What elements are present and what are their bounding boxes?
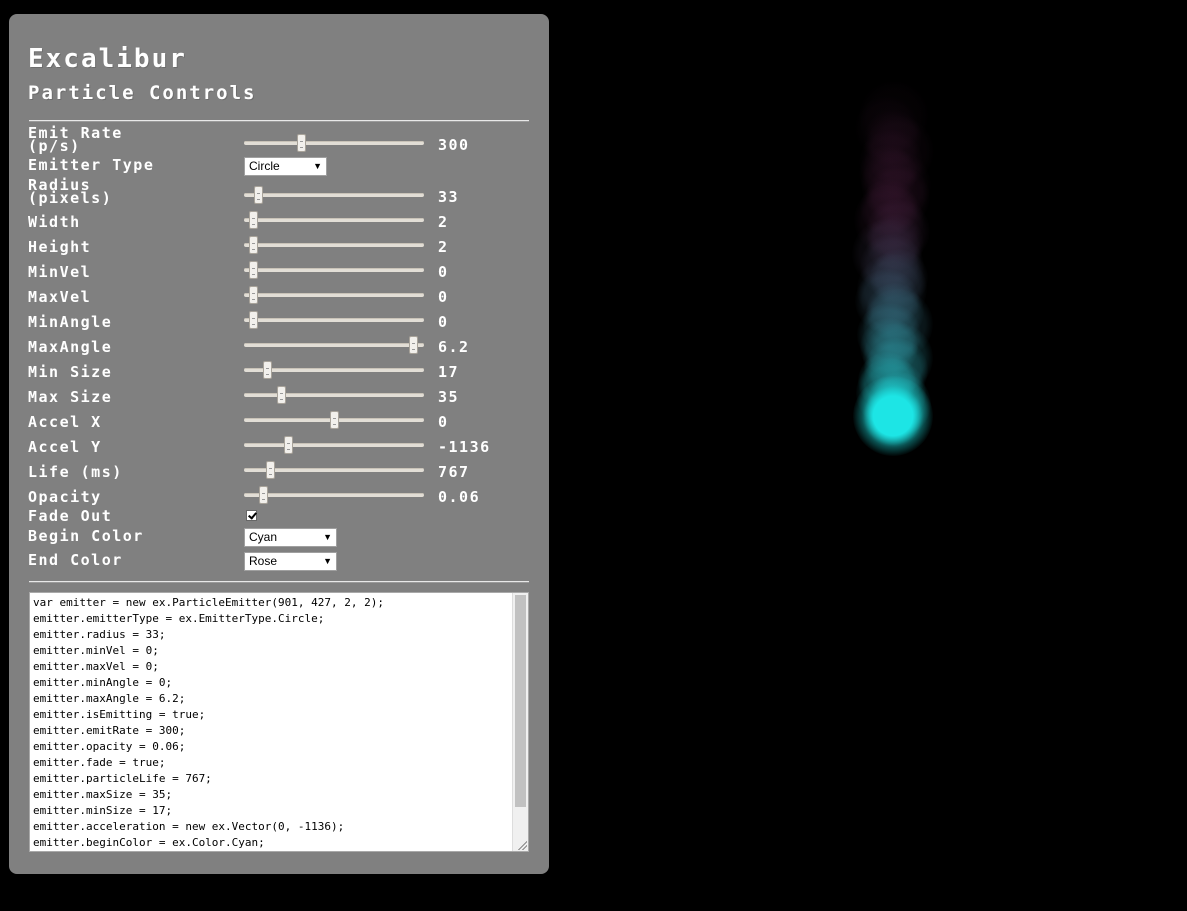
divider-bottom bbox=[29, 581, 529, 582]
slider-thumb-icon[interactable] bbox=[249, 211, 259, 229]
max-vel-label: MaxVel bbox=[28, 288, 92, 306]
life-slider[interactable] bbox=[244, 461, 424, 479]
min-size-label: Min Size bbox=[28, 363, 113, 381]
slider-thumb-icon[interactable] bbox=[249, 236, 259, 254]
begin-color-select[interactable]: Cyan ▼ bbox=[244, 528, 337, 547]
max-vel-value: 0 bbox=[438, 288, 449, 306]
code-output-text: var emitter = new ex.ParticleEmitter(901… bbox=[33, 596, 384, 849]
particle-controls-panel: Excalibur Particle Controls Emit Rate (p… bbox=[9, 14, 549, 874]
width-slider[interactable] bbox=[244, 211, 424, 229]
radius-label: Radius (pixels) bbox=[28, 176, 113, 207]
emitter-core bbox=[853, 376, 933, 456]
min-angle-value: 0 bbox=[438, 313, 449, 331]
emitter-type-label: Emitter Type bbox=[28, 156, 155, 174]
fade-out-checkbox[interactable] bbox=[246, 510, 257, 521]
radius-value: 33 bbox=[438, 188, 460, 206]
end-color-select[interactable]: Rose ▼ bbox=[244, 552, 337, 571]
end-color-selected: Rose bbox=[249, 554, 278, 568]
emit-rate-value: 300 bbox=[438, 136, 470, 154]
height-label: Height bbox=[28, 238, 92, 256]
max-vel-slider[interactable] bbox=[244, 286, 424, 304]
resize-grip-icon[interactable] bbox=[517, 840, 527, 850]
triangle-down-icon: ▼ bbox=[323, 556, 332, 566]
opacity-slider[interactable] bbox=[244, 486, 424, 504]
max-size-label: Max Size bbox=[28, 388, 113, 406]
accel-y-label: Accel Y bbox=[28, 438, 102, 456]
slider-thumb-icon[interactable] bbox=[249, 311, 259, 329]
accel-y-slider[interactable] bbox=[244, 436, 424, 454]
emitter-type-select[interactable]: Circle ▼ bbox=[244, 157, 327, 176]
divider-top bbox=[29, 120, 529, 121]
emit-rate-slider[interactable] bbox=[244, 134, 424, 152]
slider-thumb-icon[interactable] bbox=[254, 186, 264, 204]
slider-thumb-icon[interactable] bbox=[297, 134, 307, 152]
slider-thumb-icon[interactable] bbox=[330, 411, 339, 429]
emit-rate-label: Emit Rate (p/s) bbox=[28, 124, 123, 155]
app-title: Excalibur bbox=[28, 44, 187, 74]
slider-thumb-icon[interactable] bbox=[283, 436, 293, 454]
height-value: 2 bbox=[438, 238, 449, 256]
fade-out-label: Fade Out bbox=[28, 507, 113, 525]
slider-thumb-icon[interactable] bbox=[276, 386, 286, 404]
opacity-value: 0.06 bbox=[438, 488, 481, 506]
code-output-textarea[interactable]: var emitter = new ex.ParticleEmitter(901… bbox=[29, 592, 529, 852]
slider-thumb-icon[interactable] bbox=[262, 361, 272, 379]
life-value: 767 bbox=[438, 463, 470, 481]
triangle-down-icon: ▼ bbox=[323, 532, 332, 542]
max-angle-label: MaxAngle bbox=[28, 338, 113, 356]
end-color-label: End Color bbox=[28, 551, 123, 569]
width-label: Width bbox=[28, 213, 81, 231]
triangle-down-icon: ▼ bbox=[313, 161, 322, 171]
slider-thumb-icon[interactable] bbox=[249, 286, 259, 304]
min-vel-slider[interactable] bbox=[244, 261, 424, 279]
min-size-value: 17 bbox=[438, 363, 460, 381]
slider-thumb-icon[interactable] bbox=[409, 336, 419, 354]
particle-canvas[interactable] bbox=[560, 0, 1187, 911]
emitter-type-selected: Circle bbox=[249, 159, 280, 173]
width-value: 2 bbox=[438, 213, 449, 231]
min-vel-value: 0 bbox=[438, 263, 449, 281]
min-vel-label: MinVel bbox=[28, 263, 92, 281]
panel-title: Particle Controls bbox=[28, 82, 257, 104]
scrollbar-thumb[interactable] bbox=[515, 595, 526, 807]
begin-color-label: Begin Color bbox=[28, 527, 144, 545]
min-angle-label: MinAngle bbox=[28, 313, 113, 331]
accel-x-value: 0 bbox=[438, 413, 449, 431]
min-size-slider[interactable] bbox=[244, 361, 424, 379]
max-size-slider[interactable] bbox=[244, 386, 424, 404]
accel-y-value: -1136 bbox=[438, 438, 491, 456]
min-angle-slider[interactable] bbox=[244, 311, 424, 329]
accel-x-label: Accel X bbox=[28, 413, 102, 431]
max-size-value: 35 bbox=[438, 388, 460, 406]
slider-thumb-icon[interactable] bbox=[266, 461, 276, 479]
accel-x-slider[interactable] bbox=[244, 411, 424, 429]
opacity-label: Opacity bbox=[28, 488, 102, 506]
max-angle-value: 6.2 bbox=[438, 338, 470, 356]
slider-thumb-icon[interactable] bbox=[249, 261, 259, 279]
height-slider[interactable] bbox=[244, 236, 424, 254]
max-angle-slider[interactable] bbox=[244, 336, 424, 354]
begin-color-selected: Cyan bbox=[249, 530, 278, 544]
slider-thumb-icon[interactable] bbox=[259, 486, 269, 504]
radius-slider[interactable] bbox=[244, 186, 424, 204]
code-scrollbar[interactable] bbox=[512, 593, 528, 851]
life-label: Life (ms) bbox=[28, 463, 123, 481]
